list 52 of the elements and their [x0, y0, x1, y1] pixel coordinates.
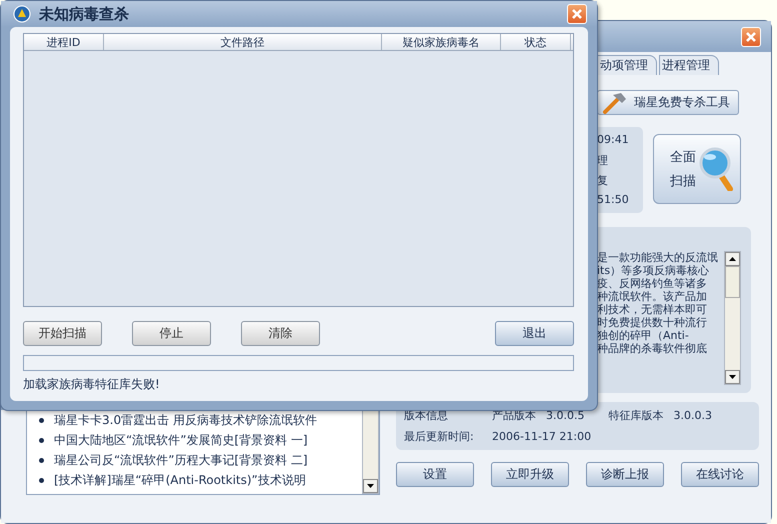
magnifier-icon	[698, 147, 734, 191]
app-logo-icon	[13, 5, 31, 23]
description-line: 种流氓软件。该产品加	[597, 290, 708, 303]
status-text: 加载家族病毒特征库失败!	[23, 376, 161, 393]
news-link[interactable]: [技术详解]瑞星“碎甲(Anti-Rootkits)”技术说明	[39, 470, 362, 490]
signature-version: 3.0.0.3	[673, 409, 712, 422]
scan-info-text: 09:41	[597, 133, 630, 147]
scrollbar-thumb[interactable]	[725, 266, 740, 298]
action-button[interactable]: 清除	[241, 321, 320, 346]
news-link[interactable]: 瑞星公司反“流氓软件”历程大事记[背景资料 二]	[39, 450, 362, 470]
hammer-icon	[602, 92, 628, 114]
description-line: 是一款功能强大的反流氓	[597, 251, 719, 264]
full-scan-button[interactable]: 全面 扫描	[653, 134, 741, 204]
scan-info-text: 复	[597, 173, 609, 187]
update-time: 2006-11-17 21:00	[492, 430, 592, 443]
news-link[interactable]: 中国大陆地区“流氓软件”发展简史[背景资料 一]	[39, 430, 362, 450]
action-button[interactable]: 诊断上报	[586, 462, 664, 487]
close-button[interactable]	[567, 4, 587, 24]
news-link[interactable]: 瑞星卡卡3.0雷霆出击 用反病毒技术铲除流氓软件	[39, 410, 362, 430]
scrollbar[interactable]	[362, 410, 379, 494]
close-icon	[571, 8, 583, 20]
tab[interactable]: 进程管理	[659, 55, 719, 75]
description-line: 独创的碎甲（Anti-	[597, 329, 690, 342]
scan-info-text: 51:50	[597, 193, 630, 207]
close-icon	[745, 30, 757, 42]
update-label: 最后更新时间:	[404, 429, 475, 444]
action-button[interactable]: 停止	[132, 321, 211, 346]
description-line: 利技术，无需样本即可	[597, 303, 708, 316]
action-button[interactable]: 在线讨论	[681, 462, 759, 487]
action-button[interactable]: 退出	[495, 321, 574, 346]
down-arrow-icon	[729, 375, 736, 379]
column-header[interactable]: 疑似家族病毒名	[382, 34, 501, 50]
product-version: 3.0.0.5	[546, 409, 584, 422]
action-button[interactable]: 开始扫描	[23, 321, 102, 346]
version-label: 版本信息	[404, 408, 449, 423]
column-header[interactable]: 状态	[501, 34, 571, 50]
action-button[interactable]: 设置	[396, 462, 474, 487]
column-header[interactable]: 进程ID	[24, 34, 104, 50]
close-button[interactable]	[741, 26, 761, 46]
tool-button[interactable]: 瑞星免费专杀工具	[597, 90, 739, 115]
window-title: 未知病毒查杀	[39, 4, 129, 24]
column-header[interactable]: 文件路径	[104, 34, 382, 50]
description-line: 种品牌的杀毒软件彻底	[597, 342, 708, 355]
action-button[interactable]: 立即升级	[491, 462, 569, 487]
scan-info-text: 理	[597, 153, 609, 167]
description-line: its）等多项反病毒核心	[597, 264, 710, 277]
scrollbar[interactable]	[724, 251, 741, 385]
tab[interactable]: 动项管理	[597, 55, 657, 75]
up-arrow-icon	[729, 257, 736, 261]
description-line: 疫、反网络钓鱼等诸多	[597, 277, 708, 290]
down-arrow-icon	[367, 484, 374, 488]
signature-version-label: 特征库版本	[608, 408, 664, 423]
